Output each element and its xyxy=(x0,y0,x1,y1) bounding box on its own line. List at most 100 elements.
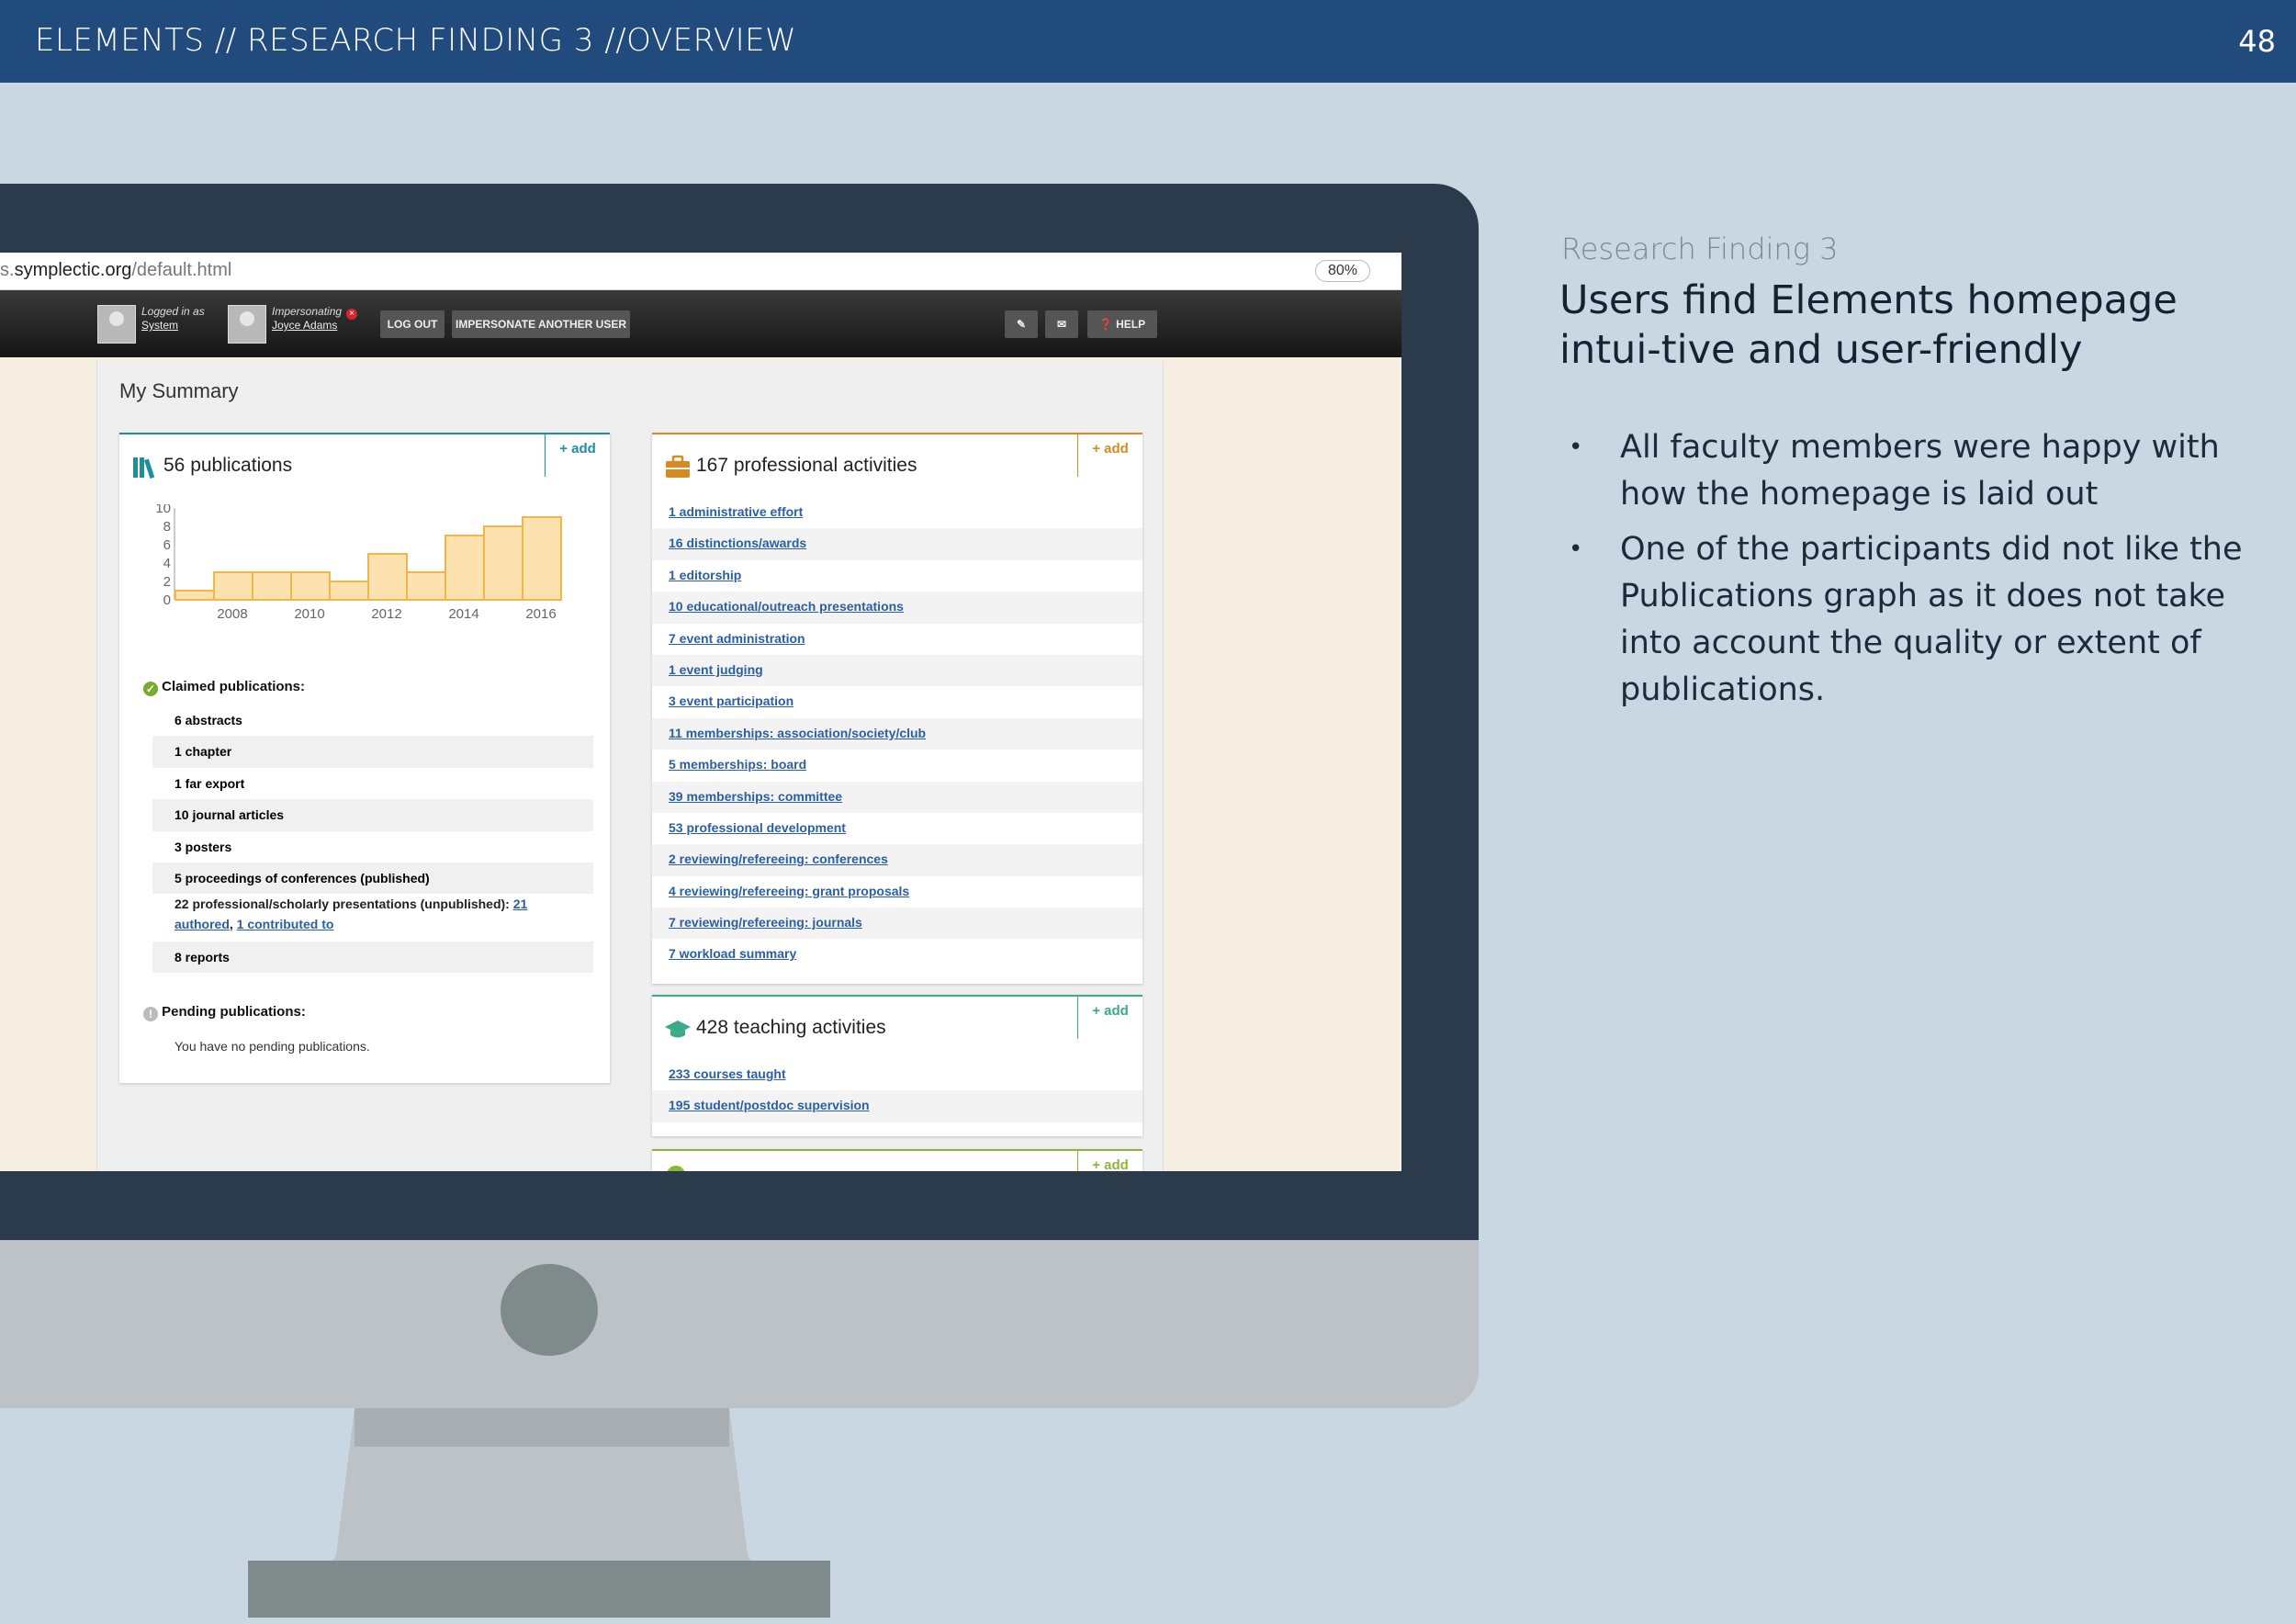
list-item-link[interactable]: 6 abstracts xyxy=(174,713,242,727)
url-domain: symplectic.org xyxy=(14,260,132,280)
list-item[interactable]: 10 journal articles xyxy=(119,799,610,831)
professional-panel: 167 professional activities + add 1 admi… xyxy=(652,433,1142,984)
y-tick-label: 2 xyxy=(163,574,171,590)
impersonating-label: Impersonating xyxy=(272,305,343,318)
chart-bar xyxy=(406,571,446,601)
add-teaching-button[interactable]: + add xyxy=(1077,997,1142,1039)
list-item-link[interactable]: 1 administrative effort xyxy=(669,504,803,519)
briefcase-icon xyxy=(666,455,690,478)
monitor-foot xyxy=(248,1561,830,1618)
list-item-link[interactable]: 7 reviewing/refereeing: journals xyxy=(669,915,862,930)
stop-impersonating-icon[interactable]: × xyxy=(346,309,357,320)
list-item-link[interactable]: 1 far export xyxy=(174,776,244,791)
claimed-heading-label: Claimed publications: xyxy=(162,679,306,694)
impersonated-user-link[interactable]: Joyce Adams xyxy=(272,319,342,333)
messages-button[interactable]: ✉ xyxy=(1045,310,1078,338)
list-item[interactable]: 7 reviewing/refereeing: journals xyxy=(652,908,1142,940)
help-icon: ❓ xyxy=(1098,318,1113,331)
list-item[interactable]: 1 far export xyxy=(119,768,610,799)
list-item[interactable]: 1 editorship xyxy=(652,560,1142,592)
list-item[interactable]: 5 memberships: board xyxy=(652,750,1142,781)
claimed-heading: ✓ Claimed publications: xyxy=(143,679,305,696)
list-item[interactable]: 1 event judging xyxy=(652,654,1142,687)
y-tick-label: 6 xyxy=(163,537,171,553)
list-item-link[interactable]: 16 distinctions/awards xyxy=(669,536,806,550)
add-other-button[interactable]: + add xyxy=(1077,1151,1142,1171)
list-item-link[interactable]: 1 chapter xyxy=(174,744,231,759)
chart-bar xyxy=(367,553,408,601)
list-item-link[interactable]: 5 proceedings of conferences (published) xyxy=(174,871,430,885)
list-item[interactable]: 2 reviewing/refereeing: conferences xyxy=(652,844,1142,876)
publications-panel: 56 publications + add 0 2 4 6 8 10 2008 2010 201… xyxy=(119,433,610,1083)
logged-in-user-link[interactable]: System xyxy=(141,319,205,333)
slide-header: ELEMENTS // RESEARCH FINDING 3 //OVERVIE… xyxy=(0,0,2296,83)
add-publication-button[interactable]: + add xyxy=(545,434,610,477)
y-tick-label: 4 xyxy=(163,556,171,571)
list-item-link[interactable]: 4 reviewing/refereeing: grant proposals xyxy=(669,884,909,898)
list-item[interactable]: 8 reports xyxy=(119,942,610,974)
browser-address-bar[interactable]: s.symplectic.org/default.html 80% xyxy=(0,253,1401,290)
chart-bar xyxy=(329,581,369,601)
list-item[interactable]: 195 student/postdoc supervision xyxy=(652,1090,1142,1122)
list-item[interactable]: 16 distinctions/awards xyxy=(652,528,1142,560)
help-button[interactable]: ❓ HELP xyxy=(1087,310,1157,338)
reports-link[interactable]: 8 reports xyxy=(174,950,230,964)
summary-content: My Summary 56 publications + add 0 2 4 6 8 10… xyxy=(96,361,1164,1171)
next-panel: + add xyxy=(652,1149,1142,1171)
y-tick-label: 10 xyxy=(155,504,171,516)
list-item-link[interactable]: 233 courses taught xyxy=(669,1066,786,1081)
list-item[interactable]: 4 reviewing/refereeing: grant proposals xyxy=(652,876,1142,908)
list-item[interactable]: 3 posters xyxy=(119,831,610,863)
list-item-link[interactable]: 1 event judging xyxy=(669,662,763,677)
list-item[interactable]: 6 abstracts xyxy=(119,705,610,736)
list-item[interactable]: 53 professional development xyxy=(652,813,1142,844)
list-item-link[interactable]: 7 event administration xyxy=(669,631,805,646)
publications-title: 56 publications xyxy=(163,455,293,476)
list-item-link[interactable]: 2 reviewing/refereeing: conferences xyxy=(669,851,888,866)
list-item-link[interactable]: 3 posters xyxy=(174,840,231,854)
list-item[interactable]: 7 event administration xyxy=(652,624,1142,655)
summary-heading: My Summary xyxy=(119,379,239,402)
list-item-link[interactable]: 11 memberships: association/society/club xyxy=(669,726,926,740)
slide-title: ELEMENTS // RESEARCH FINDING 3 //OVERVIE… xyxy=(35,22,797,59)
list-item[interactable]: 10 educational/outreach presentations xyxy=(652,592,1142,624)
list-item-link[interactable]: 7 workload summary xyxy=(669,946,796,961)
list-item-link[interactable]: 1 editorship xyxy=(669,568,741,582)
monitor-stand-shadow xyxy=(355,1408,729,1447)
edit-button[interactable]: ✎ xyxy=(1005,310,1038,338)
list-item-link[interactable]: 10 journal articles xyxy=(174,807,284,822)
logout-button[interactable]: LOG OUT xyxy=(380,310,445,338)
check-icon: ✓ xyxy=(143,682,158,696)
list-item[interactable]: 7 workload summary xyxy=(652,939,1142,970)
zoom-indicator[interactable]: 80% xyxy=(1315,260,1370,282)
books-icon xyxy=(133,457,155,479)
impersonate-another-button[interactable]: IMPERSONATE ANOTHER USER xyxy=(452,310,630,338)
list-item[interactable]: 233 courses taught xyxy=(652,1059,1142,1090)
list-item[interactable]: 11 memberships: association/society/club xyxy=(652,717,1142,750)
chart-bar xyxy=(174,590,215,601)
list-item[interactable]: 5 proceedings of conferences (published) xyxy=(119,862,610,895)
list-item-link[interactable]: 5 memberships: board xyxy=(669,757,806,772)
finding-bullet: One of the participants did not like the… xyxy=(1561,526,2259,714)
monitor-logo-icon xyxy=(501,1264,598,1356)
chart-bar xyxy=(290,571,331,601)
list-item-link[interactable]: 195 student/postdoc supervision xyxy=(669,1098,870,1112)
add-activity-button[interactable]: + add xyxy=(1077,434,1142,477)
list-item[interactable]: 1 chapter xyxy=(119,736,610,769)
list-item-link[interactable]: 53 professional development xyxy=(669,820,846,835)
app-navbar: Logged in as System Impersonating Joyce … xyxy=(0,290,1401,357)
url-path: /default.html xyxy=(131,260,232,280)
url-text[interactable]: s.symplectic.org/default.html xyxy=(0,260,231,281)
teaching-title: 428 teaching activities xyxy=(696,1017,886,1038)
contributed-link[interactable]: 1 contributed to xyxy=(237,917,334,931)
chart-bar xyxy=(522,516,562,601)
info-icon: ! xyxy=(143,1007,158,1021)
monitor-screen: s.symplectic.org/default.html 80% Logged… xyxy=(0,253,1401,1171)
mail-icon: ✉ xyxy=(1056,318,1067,331)
list-item[interactable]: 39 memberships: committee xyxy=(652,781,1142,813)
list-item[interactable]: 3 event participation xyxy=(652,686,1142,717)
list-item-link[interactable]: 10 educational/outreach presentations xyxy=(669,599,904,614)
list-item-link[interactable]: 39 memberships: committee xyxy=(669,789,842,804)
list-item-link[interactable]: 3 event participation xyxy=(669,694,793,708)
list-item[interactable]: 1 administrative effort xyxy=(652,497,1142,528)
